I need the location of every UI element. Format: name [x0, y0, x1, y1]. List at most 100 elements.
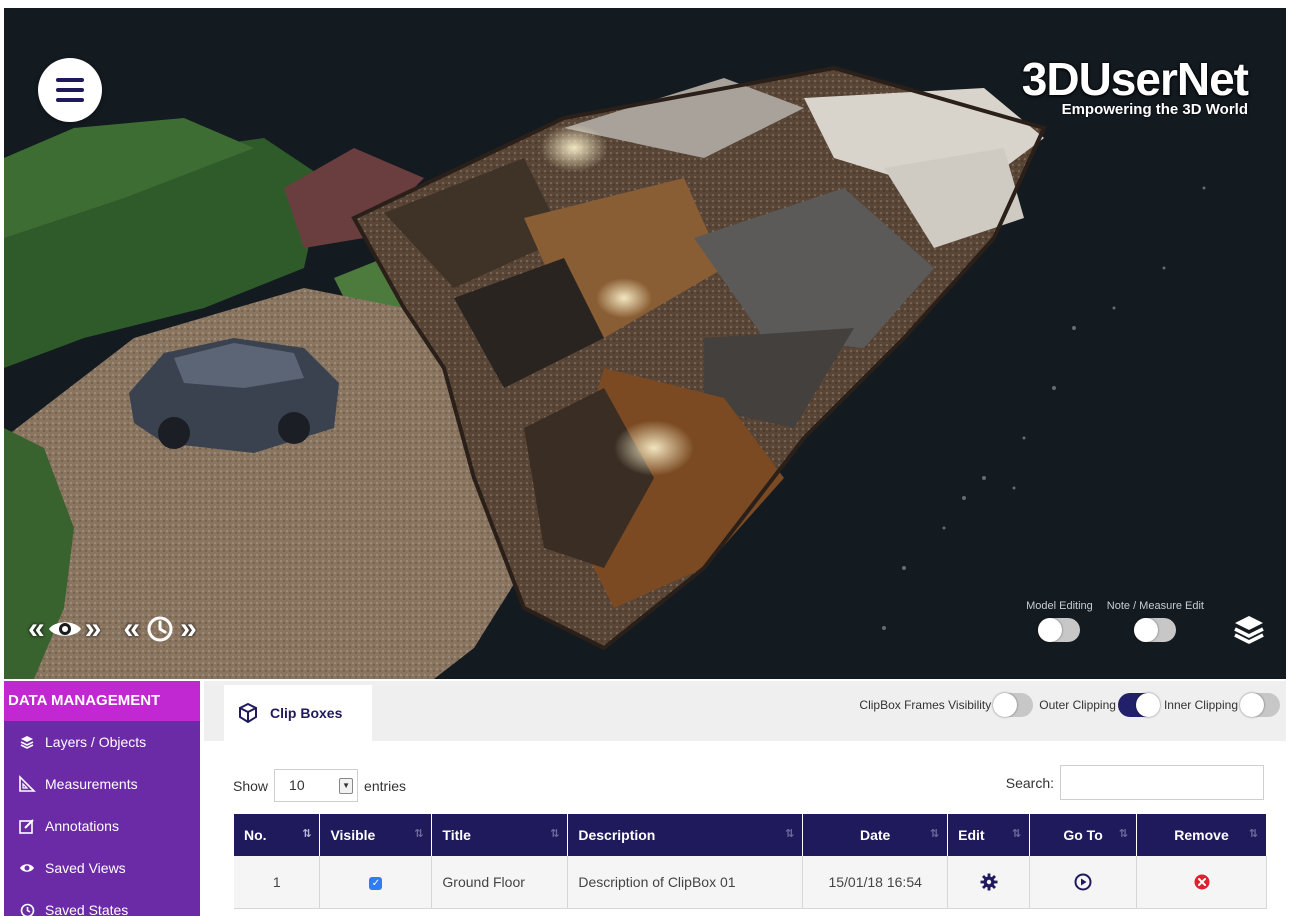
- chevron-down-icon: ▼: [339, 778, 354, 794]
- clipbox-frames-visibility-group: ClipBox Frames Visibility: [859, 693, 1034, 717]
- sidebar-item-annotations[interactable]: Annotations: [4, 805, 200, 847]
- next-state-button[interactable]: »: [180, 614, 197, 644]
- play-circle-icon[interactable]: [1074, 873, 1092, 891]
- cell-visible: ✓: [319, 856, 433, 909]
- brand-name: 3DUserNet: [1021, 53, 1249, 105]
- toggle-knob: [1134, 618, 1159, 642]
- tab-clip-boxes[interactable]: Clip Boxes: [224, 685, 372, 741]
- cell-edit: [947, 856, 1031, 909]
- column-header-title[interactable]: Title ⇅: [431, 814, 569, 856]
- column-header-no[interactable]: No. ⇅: [234, 814, 321, 856]
- outer-clipping-toggle[interactable]: [1117, 693, 1160, 717]
- clip-boxes-panel: Clip Boxes ClipBox Frames Visibility Out…: [204, 681, 1286, 916]
- note-measure-edit-label: Note / Measure Edit: [1106, 600, 1204, 612]
- table-row[interactable]: 1 ✓ Ground Floor Description of ClipBox …: [234, 856, 1267, 909]
- cell-no: 1: [234, 856, 321, 909]
- sidebar-item-measurements[interactable]: Measurements: [4, 763, 200, 805]
- app-root: 3DUserNet Empowering the 3D World « » « …: [0, 0, 1290, 916]
- sidebar-item-label: Saved Views: [45, 860, 126, 876]
- sidebar-item-label: Measurements: [45, 776, 138, 792]
- visible-checkbox[interactable]: ✓: [369, 876, 383, 890]
- column-header-label: Go To: [1063, 827, 1103, 843]
- sidebar-title: DATA MANAGEMENT: [4, 681, 200, 721]
- eye-icon: [47, 614, 83, 644]
- brand-logo: 3DUserNet Empowering the 3D World: [1021, 53, 1249, 118]
- toggle-knob: [1135, 693, 1160, 717]
- entries-control: Show 10 ▼ entries: [233, 769, 406, 802]
- table-header-row: No. ⇅ Visible ⇅ Title ⇅ Description ⇅ Date ⇅ …: [234, 814, 1267, 856]
- sort-icon: ⇅: [1248, 828, 1258, 840]
- column-header-label: No.: [244, 827, 267, 843]
- column-header-label: Visible: [330, 827, 376, 843]
- clock-icon: [18, 901, 36, 916]
- sidebar-item-label: Layers / Objects: [45, 734, 147, 750]
- cell-date: 15/01/18 16:54: [802, 856, 949, 909]
- note-measure-toggle-group: Note / Measure Edit: [1107, 600, 1204, 642]
- edit-note-icon: [18, 817, 36, 835]
- column-header-description[interactable]: Description ⇅: [567, 814, 804, 856]
- note-measure-edit-toggle[interactable]: [1134, 618, 1177, 642]
- sort-asc-icon: ⇅: [302, 828, 312, 840]
- sort-icon: ⇅: [929, 828, 940, 840]
- saved-state-navigator: « »: [123, 614, 196, 644]
- clock-icon: [142, 614, 178, 644]
- tab-label: Clip Boxes: [270, 705, 343, 721]
- next-view-button[interactable]: »: [85, 614, 102, 644]
- sort-icon: ⇅: [1118, 828, 1129, 840]
- layers-icon: [18, 733, 36, 751]
- previous-view-button[interactable]: «: [28, 614, 45, 644]
- column-header-remove[interactable]: Remove ⇅: [1136, 814, 1267, 856]
- search-label: Search:: [1005, 774, 1054, 791]
- cell-title: Ground Floor: [431, 856, 569, 909]
- sidebar-item-label: Saved States: [45, 902, 129, 916]
- clipbox-frames-visibility-toggle[interactable]: [993, 693, 1034, 717]
- data-management-sidebar: DATA MANAGEMENT Layers / Objects Measure…: [4, 681, 200, 916]
- layers-icon: [1234, 616, 1264, 644]
- layers-button[interactable]: [1232, 613, 1266, 647]
- model-editing-toggle[interactable]: [1038, 618, 1081, 642]
- cell-remove: [1136, 856, 1267, 909]
- entries-select[interactable]: 10 ▼: [274, 769, 359, 802]
- main-menu-button[interactable]: [38, 58, 102, 122]
- toggle-knob: [1038, 618, 1063, 642]
- clip-toggle-group: ClipBox Frames Visibility Outer Clipping…: [859, 693, 1280, 717]
- column-header-visible[interactable]: Visible ⇅: [319, 814, 433, 856]
- remove-circle-icon[interactable]: [1194, 874, 1210, 890]
- column-header-go-to[interactable]: Go To ⇅: [1029, 814, 1138, 856]
- column-header-label: Date: [860, 827, 891, 843]
- search-control: Search:: [1006, 765, 1264, 800]
- hamburger-icon-line: [56, 98, 84, 102]
- sort-icon: ⇅: [414, 828, 424, 840]
- cell-description: Description of ClipBox 01: [567, 856, 804, 909]
- saved-view-navigator: « »: [28, 614, 101, 644]
- sidebar-item-saved-states[interactable]: Saved States: [4, 889, 200, 916]
- eye-icon: [18, 859, 36, 877]
- toggle-knob: [1240, 693, 1264, 717]
- entries-label: entries: [364, 777, 407, 794]
- search-input[interactable]: [1060, 765, 1264, 800]
- clipbox-frames-visibility-label: ClipBox Frames Visibility: [859, 698, 992, 712]
- cube-icon: [239, 703, 257, 723]
- sidebar-item-layers-objects[interactable]: Layers / Objects: [4, 721, 200, 763]
- entries-select-value: 10: [289, 777, 305, 793]
- hamburger-icon-line: [56, 88, 84, 92]
- ruler-triangle-icon: [18, 775, 36, 793]
- sidebar-item-saved-views[interactable]: Saved Views: [4, 847, 200, 889]
- column-header-edit[interactable]: Edit ⇅: [947, 814, 1031, 856]
- previous-state-button[interactable]: «: [123, 614, 140, 644]
- sort-icon: ⇅: [1011, 828, 1022, 840]
- point-cloud-viewer[interactable]: 3DUserNet Empowering the 3D World « » « …: [4, 8, 1286, 679]
- tab-bar: Clip Boxes ClipBox Frames Visibility Out…: [204, 681, 1286, 741]
- model-editing-toggle-group: Model Editing: [1026, 600, 1093, 642]
- column-header-date[interactable]: Date ⇅: [802, 814, 949, 856]
- inner-clipping-label: Inner Clipping: [1163, 698, 1238, 712]
- inner-clipping-toggle[interactable]: [1240, 693, 1280, 717]
- outer-clipping-label: Outer Clipping: [1039, 698, 1116, 712]
- column-header-label: Description: [578, 827, 656, 843]
- column-header-label: Title: [442, 827, 471, 843]
- column-header-label: Remove: [1174, 827, 1229, 843]
- gear-icon[interactable]: [980, 873, 998, 891]
- cell-go-to: [1029, 856, 1138, 909]
- sidebar-item-label: Annotations: [45, 818, 119, 834]
- outer-clipping-group: Outer Clipping: [1039, 693, 1160, 717]
